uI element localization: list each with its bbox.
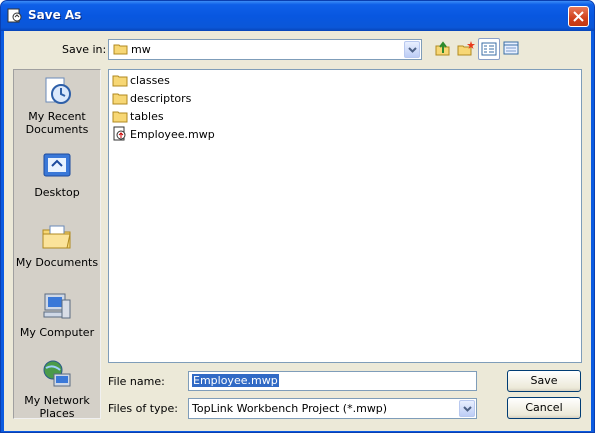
folder-icon: [112, 108, 128, 124]
save-in-value: mw: [131, 43, 151, 56]
dialog-client-area: Save in: mw My Recent Documents Desktop …: [4, 31, 591, 431]
desktop-icon: [43, 153, 71, 177]
up-one-level-button[interactable]: [432, 38, 454, 60]
toplink-project-file-icon: [112, 126, 128, 142]
chevron-down-icon[interactable]: [404, 41, 420, 58]
close-icon: [573, 11, 584, 22]
view-menu-button[interactable]: [501, 38, 523, 60]
recent-documents-icon: [45, 77, 71, 104]
my-computer-icon: [43, 293, 71, 319]
save-in-label: Save in:: [62, 43, 107, 56]
list-view-button[interactable]: [478, 38, 500, 60]
file-name-value: Employee.mwp: [192, 374, 279, 387]
dialog-title: Save As: [28, 8, 82, 22]
file-name: tables: [130, 110, 164, 123]
my-documents-icon: [42, 225, 71, 249]
file-name-label: File name:: [108, 375, 165, 388]
place-my-recent-documents[interactable]: My Recent Documents: [14, 74, 100, 136]
place-label: Desktop: [34, 186, 80, 199]
close-button[interactable]: [568, 6, 589, 27]
place-label: My Computer: [19, 326, 95, 339]
file-name: descriptors: [130, 92, 192, 105]
cancel-button[interactable]: Cancel: [507, 397, 581, 419]
folder-icon: [112, 90, 128, 106]
save-button[interactable]: Save: [507, 370, 581, 392]
save-in-combo[interactable]: mw: [108, 39, 422, 60]
list-view-icon: [481, 42, 497, 56]
file-name-input[interactable]: Employee.mwp: [188, 371, 477, 391]
save-as-dialog-icon: [7, 8, 23, 24]
chevron-down-icon[interactable]: [459, 400, 475, 417]
create-new-folder-button[interactable]: [455, 38, 477, 60]
network-places-icon: [43, 360, 71, 387]
places-bar: My Recent Documents Desktop My Documents: [13, 69, 101, 420]
place-my-documents[interactable]: My Documents: [14, 220, 100, 269]
details-view-icon: [503, 41, 519, 55]
file-name: Employee.mwp: [130, 128, 215, 141]
folder-icon: [113, 42, 129, 59]
place-my-computer[interactable]: My Computer: [14, 290, 100, 339]
folder-icon: [112, 72, 128, 88]
place-label: My Network: [24, 394, 90, 407]
new-folder-icon: [457, 41, 475, 56]
file-type-combo[interactable]: TopLink Workbench Project (*.mwp): [188, 398, 477, 419]
place-my-network-places[interactable]: My Network Places: [14, 358, 100, 420]
place-desktop[interactable]: Desktop: [14, 150, 100, 199]
save-as-dialog: Save As Save in: mw My Recent Documents …: [0, 0, 595, 433]
file-list[interactable]: classes descriptors tables Employee.mwp: [108, 69, 582, 363]
file-type-value: TopLink Workbench Project (*.mwp): [192, 402, 388, 415]
place-label: My Recent: [28, 110, 86, 123]
file-name: classes: [130, 74, 170, 87]
up-folder-icon: [435, 41, 450, 56]
place-label: Documents: [25, 123, 89, 136]
title-bar[interactable]: Save As: [1, 1, 594, 31]
place-label: My Documents: [15, 256, 99, 269]
place-label: Places: [39, 407, 75, 420]
file-type-label: Files of type:: [108, 402, 179, 415]
